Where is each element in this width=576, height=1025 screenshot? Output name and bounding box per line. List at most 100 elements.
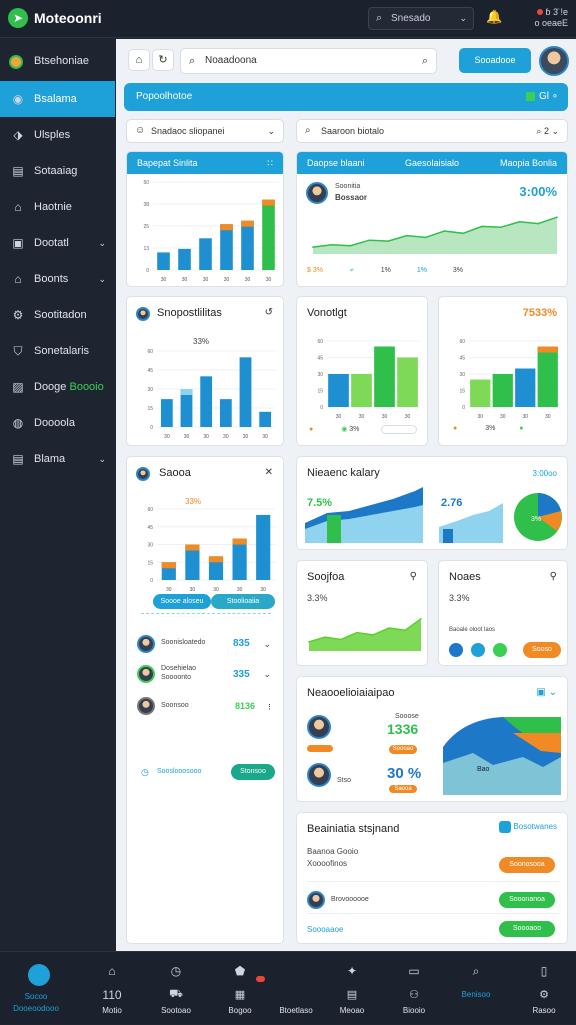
- action-button-1[interactable]: Soonosooa: [499, 857, 555, 873]
- filter-dropdown-1[interactable]: ☺ Snadaoc sliopanei ⌄: [126, 119, 284, 143]
- avatar: [307, 715, 331, 739]
- sidebar-item-active[interactable]: ◉ Bsalama: [0, 81, 115, 117]
- globe-icon: ◍: [12, 416, 24, 430]
- row-name: Soonisloatedo: [161, 639, 206, 646]
- y-tick-label: 15: [147, 406, 153, 412]
- pin-icon[interactable]: ⚲: [410, 571, 417, 582]
- app-title: Moteoonri: [34, 10, 102, 26]
- bar: [259, 411, 272, 427]
- footer-stat: ≁: [348, 267, 355, 274]
- banner-controls[interactable]: Gl ∘: [525, 83, 558, 111]
- sidebar-item-7[interactable]: ⌂ Boonts ⌄: [0, 261, 115, 297]
- chevron-down-icon[interactable]: ⌄: [263, 639, 271, 650]
- card-header-left: Daopse blaani: [307, 158, 365, 168]
- y-tick-label: 15: [317, 389, 323, 395]
- bar-mark: [327, 515, 341, 543]
- card-header-right: Maopia Bonlia: [499, 158, 557, 168]
- more-icon[interactable]: ⁝: [268, 702, 271, 713]
- bottom-nav-7[interactable]: ▭ ⚇ Biooio: [382, 952, 446, 1025]
- x-tick-label: 30: [166, 587, 172, 593]
- x-tick-label: 30: [203, 434, 209, 440]
- pin-icon[interactable]: ⚲: [550, 571, 557, 582]
- lock-button[interactable]: ⌂: [128, 49, 150, 71]
- page-banner: Popoolhotoe Gl ∘: [124, 83, 568, 111]
- data-point: [537, 222, 540, 225]
- avatar: [306, 182, 328, 204]
- subtitle: Baanoa Gooio: [307, 847, 359, 856]
- sidebar-item-label: Dootatl: [34, 237, 69, 249]
- user-avatar[interactable]: [539, 46, 569, 76]
- search-submit-icon[interactable]: ⌕: [422, 49, 428, 73]
- sidebar-item-home[interactable]: Btsehoniae: [0, 43, 115, 79]
- card-header-icon[interactable]: ∷: [267, 152, 273, 174]
- bottom-nav-3[interactable]: ◷ ⛟ Sootoao: [144, 952, 208, 1025]
- sidebar-item-10[interactable]: ▨ Dooge Boooio: [0, 369, 115, 405]
- bottom-nav-9[interactable]: ▯ ⚙ Rasoo: [512, 952, 576, 1025]
- area-fill: [313, 217, 557, 254]
- sidebar-item-4[interactable]: ▤ Sotaaiag: [0, 153, 115, 189]
- segment-left-button[interactable]: Soooe aloseu: [153, 594, 211, 609]
- bar: [262, 199, 275, 270]
- search-input[interactable]: ⌕ Noaadoona ⌕: [180, 48, 437, 74]
- row-value: 335: [233, 669, 250, 680]
- notification-icon[interactable]: 🔔: [486, 9, 502, 25]
- options-icon[interactable]: ▣ ⌄: [536, 687, 557, 698]
- expand-icon[interactable]: ↺: [265, 307, 273, 318]
- x-tick-label: 30: [336, 414, 342, 420]
- action-card: Beainiatia stsjnand Bosotwanes Baanoa Go…: [296, 812, 568, 944]
- primary-action-button[interactable]: Sooadooe: [459, 48, 531, 73]
- top-bar: ➤ Moteoonri ⌕ Snesado ⌄ 🔔 ɓ 3̈ !e o oeae…: [0, 0, 576, 38]
- sidebar-item-label: Sonetalaris: [34, 345, 90, 357]
- notes-button[interactable]: Sooso: [523, 642, 561, 658]
- metric-value-1: 1336: [387, 721, 419, 737]
- refresh-button[interactable]: ↻: [152, 49, 174, 71]
- bottom-nav-5[interactable]: Btoetlaso: [264, 952, 328, 1025]
- user-status[interactable]: ɓ 3̈ !e o oeaeE: [510, 7, 568, 29]
- sidebar-item-8[interactable]: ⚙ Sootitadon: [0, 297, 115, 333]
- metric-caption: Stso: [337, 777, 352, 784]
- data-point: [324, 636, 326, 638]
- legend-dot: [493, 643, 507, 657]
- avatar: [307, 891, 325, 909]
- top-search-dropdown[interactable]: ⌕ Snesado ⌄: [368, 7, 474, 30]
- row-name: Dosehielao: [161, 665, 197, 672]
- filter-count: ⌕ 2 ⌄: [536, 126, 559, 136]
- search-icon: ⌕: [189, 55, 196, 67]
- footer-stat: 1%: [416, 267, 427, 274]
- avatar: [137, 665, 155, 683]
- bottom-nav-6[interactable]: ✦ ▤ Meoao: [320, 952, 384, 1025]
- action-button-2[interactable]: Sooonanoa: [499, 892, 555, 908]
- filter-dropdown-2[interactable]: ⌕ Saaroon biotalo ⌕ 2 ⌄: [296, 119, 568, 143]
- status-subtext: o oeaeE: [534, 18, 568, 28]
- nav-label: Benisoo: [461, 990, 491, 999]
- chevron-down-icon: ⌄: [98, 238, 106, 248]
- data-point: [481, 225, 483, 228]
- chevron-down-icon[interactable]: ⌄: [263, 669, 271, 680]
- sidebar-item-12[interactable]: ▤ Blama ⌄: [0, 441, 115, 477]
- footer-button[interactable]: Stonsoo: [231, 764, 275, 780]
- sidebar-item-11[interactable]: ◍ Doooola: [0, 405, 115, 441]
- nav-label: Biooio: [402, 1006, 426, 1015]
- bottom-nav-4[interactable]: ⬟ ▦ Bogoo: [208, 952, 272, 1025]
- close-icon[interactable]: ✕: [265, 467, 273, 478]
- x-tick-label: 30: [405, 414, 411, 420]
- bottom-nav-home[interactable]: Socoo Dooeoodooo: [4, 952, 68, 1025]
- card-title: Beainiatia stsjnand: [307, 823, 400, 835]
- action-button-3[interactable]: Soooaoo: [499, 921, 555, 937]
- sidebar-item-6[interactable]: ▣ Dootatl ⌄: [0, 225, 115, 261]
- legend-dot: [449, 643, 463, 657]
- segment-right-button[interactable]: Stoolioaiia: [211, 594, 275, 609]
- data-point: [368, 239, 371, 241]
- bar-chart-6: 60 45 30 15 0 30 30 30 30 30: [147, 507, 275, 593]
- card-value: 3:00%: [519, 184, 557, 199]
- sidebar-item-5[interactable]: ⌂ Haotnie: [0, 189, 115, 225]
- bottom-nav-8[interactable]: ⌕ Benisoo: [444, 952, 508, 1025]
- card-title: Saooa: [159, 467, 191, 479]
- card-chip[interactable]: Bosotwanes: [499, 821, 557, 833]
- summary-card: Saooa ✕ 33% 60 45 30 15 0 30 30 30 30 30 Soooe al…: [126, 456, 284, 944]
- sidebar-item-3[interactable]: ⬗ Ulsples: [0, 117, 115, 153]
- footer-link[interactable]: Sooslooosooo: [157, 768, 201, 775]
- card-link[interactable]: Soooaaoe: [307, 925, 343, 934]
- sidebar-item-9[interactable]: ⛉ Sonetalaris: [0, 333, 115, 369]
- bottom-nav-2[interactable]: ⌂ 110 Motio: [80, 952, 144, 1025]
